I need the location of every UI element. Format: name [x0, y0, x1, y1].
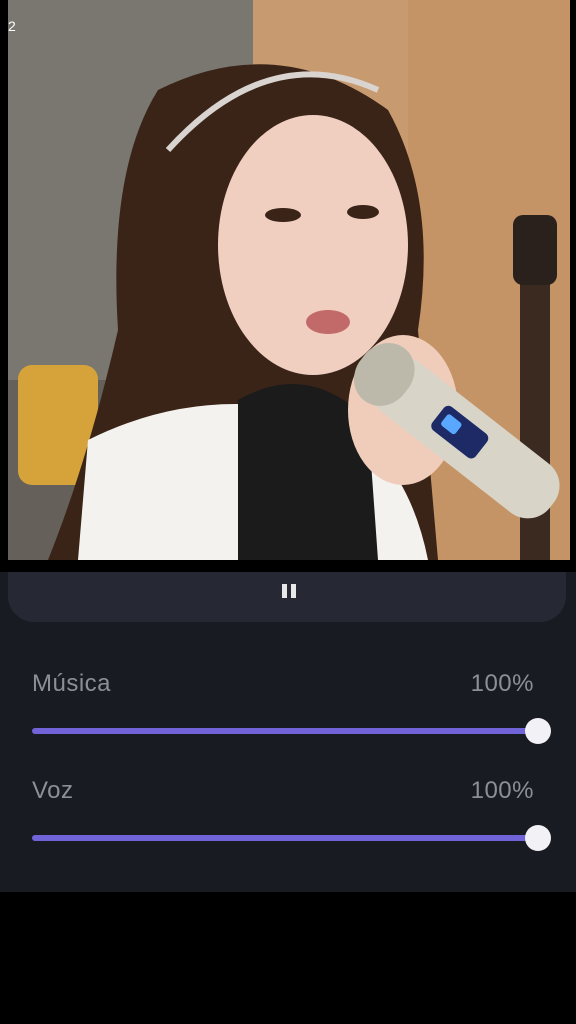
music-slider-value: 100%	[470, 670, 534, 697]
voice-slider-label: Voz	[32, 777, 74, 804]
music-slider-thumb[interactable]	[525, 718, 551, 744]
pause-icon[interactable]	[282, 584, 302, 598]
audio-controls-panel: Música 100% Voz 100%	[0, 572, 576, 892]
voice-slider-thumb[interactable]	[525, 825, 551, 851]
voice-slider-value: 100%	[470, 777, 534, 804]
video-frame-image	[8, 0, 570, 560]
playback-bar[interactable]	[8, 572, 566, 622]
app-screen: 2 Música 100% Voz 100%	[0, 0, 576, 1024]
music-slider-track[interactable]	[32, 728, 538, 734]
music-slider-label: Música	[32, 670, 112, 697]
voice-slider-track[interactable]	[32, 835, 538, 841]
video-player[interactable]: 2	[8, 0, 570, 560]
video-corner-text: 2	[8, 18, 16, 34]
